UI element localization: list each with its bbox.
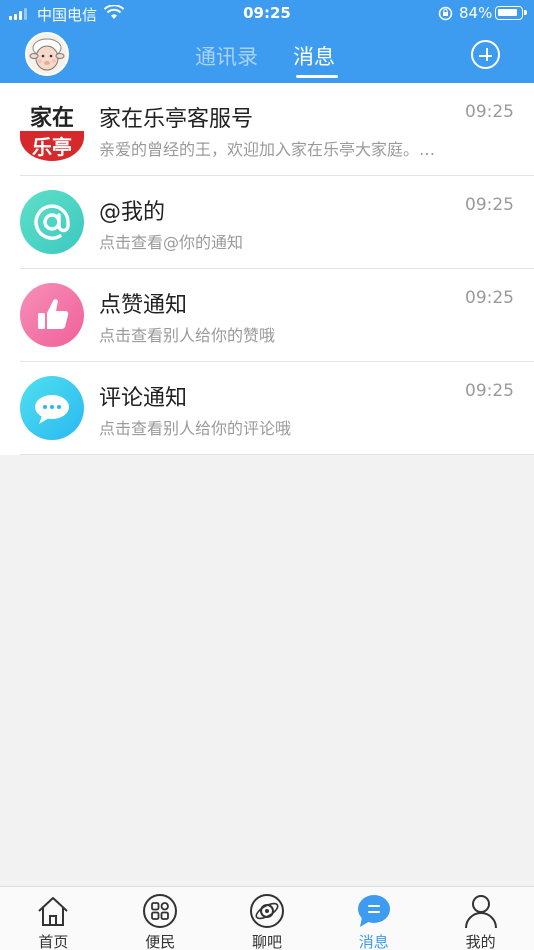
nav-messages-label: 消息 [358, 933, 389, 950]
list-item-comments[interactable]: 评论通知 点击查看别人给你的评论哦 09:25 [0, 362, 534, 455]
person-icon [464, 895, 497, 929]
list-item-title: 评论通知 [99, 386, 188, 411]
chat-orbit-icon [249, 894, 284, 928]
list-item-likes[interactable]: 点赞通知 点击查看别人给你的赞哦 09:25 [0, 269, 534, 362]
list-item-time: 09:25 [465, 288, 514, 308]
status-time: 09:25 [243, 4, 291, 22]
message-list: 家在 乐亭 家在乐亭客服号 亲爱的曾经的王，欢迎加入家在乐亭大家庭。… 09:2… [0, 83, 534, 455]
list-item-service-account[interactable]: 家在 乐亭 家在乐亭客服号 亲爱的曾经的王，欢迎加入家在乐亭大家庭。… 09:2… [0, 83, 534, 176]
rotation-lock-icon [438, 6, 453, 25]
avatar[interactable] [25, 32, 69, 76]
thumbs-up-icon [20, 283, 84, 347]
header-bar: 中国电信 09:25 84% 通讯录 消息 [0, 0, 534, 83]
message-bubble-icon [357, 895, 390, 927]
nav-profile[interactable]: 我的 [427, 887, 534, 950]
list-item-preview: 点击查看别人给你的赞哦 [99, 326, 276, 345]
active-tab-indicator [296, 75, 338, 78]
nav-chat-label: 聊吧 [251, 933, 282, 950]
list-item-time: 09:25 [465, 195, 514, 215]
tab-contacts[interactable]: 通讯录 [195, 41, 258, 71]
list-item-title: 点赞通知 [99, 293, 188, 318]
nav-services-label: 便民 [145, 933, 176, 950]
list-item-mentions[interactable]: @我的 点击查看@你的通知 09:25 [0, 176, 534, 269]
jia-zai-le-ting-logo-icon: 家在 乐亭 [20, 97, 84, 161]
nav-messages[interactable]: 消息 [320, 887, 427, 950]
list-item-title: @我的 [99, 200, 166, 225]
nav-chat[interactable]: 聊吧 [214, 887, 321, 950]
status-bar: 中国电信 09:25 84% [0, 0, 534, 28]
nav-profile-label: 我的 [465, 933, 496, 950]
grid-icon [143, 894, 178, 928]
sheep-avatar-icon [29, 38, 65, 71]
home-icon [38, 897, 69, 926]
battery-icon [495, 6, 527, 20]
nav-services[interactable]: 便民 [107, 887, 214, 950]
logo-text-top: 家在 [30, 105, 74, 131]
nav-home-label: 首页 [38, 933, 69, 950]
list-item-preview: 点击查看@你的通知 [99, 233, 244, 252]
comment-icon [20, 376, 84, 440]
bottom-nav: 首页 便民 聊吧 消息 我的 [0, 886, 534, 950]
list-item-time: 09:25 [465, 381, 514, 401]
logo-text-bottom: 乐亭 [32, 135, 72, 159]
list-item-title: 家在乐亭客服号 [99, 107, 254, 132]
battery-percent: 84% [459, 4, 493, 22]
at-icon [20, 190, 84, 254]
list-item-preview: 点击查看别人给你的评论哦 [99, 419, 292, 438]
nav-home[interactable]: 首页 [0, 887, 107, 950]
list-item-preview: 亲爱的曾经的王，欢迎加入家在乐亭大家庭。… [99, 140, 436, 159]
add-button[interactable] [471, 40, 500, 69]
tab-messages[interactable]: 消息 [293, 41, 335, 71]
list-item-time: 09:25 [465, 102, 514, 122]
